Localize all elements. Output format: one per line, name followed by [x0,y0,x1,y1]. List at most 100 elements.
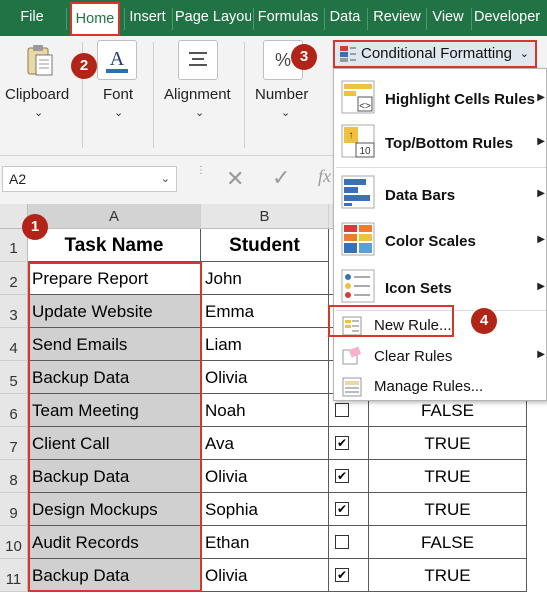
submenu-arrow-icon: ▶ [537,92,545,103]
student-cell[interactable]: Noah [201,394,329,427]
row-header[interactable]: 10 [0,526,28,559]
row-header[interactable]: 6 [0,394,28,427]
menu-divider [336,167,546,168]
menu-item-label: Manage Rules... [374,378,484,395]
student-cell[interactable]: Ethan [201,526,329,559]
student-cell[interactable]: Olivia [201,559,329,592]
row-header[interactable]: 7 [0,427,28,460]
manage-rules-icon [342,377,362,397]
row-header[interactable]: 5 [0,361,28,394]
tab-separator [471,8,472,30]
clipboard-label: Clipboard [5,86,70,103]
student-cell[interactable]: Liam [201,328,329,361]
font-group[interactable]: A Font ⌄ [86,36,148,156]
unchecked-checkbox-icon[interactable] [335,535,349,549]
tab-separator [66,8,67,30]
enter-icon[interactable]: ✓ [272,165,290,191]
column-header-b[interactable]: B [201,204,329,229]
checkbox-cell[interactable]: ✔ [329,493,369,526]
alignment-label: Alignment [164,86,231,103]
tab-data[interactable]: Data [327,0,363,36]
menu-item-label: Top/Bottom Rules [385,135,514,152]
alignment-group[interactable]: Alignment ⌄ [160,36,240,156]
name-box-value: A2 [9,171,27,187]
checked-checkbox-icon[interactable]: ✔ [335,502,349,516]
menu-item-color-scales[interactable]: Color Scales ▶ [334,218,547,262]
header-cell-task-name[interactable]: Task Name [28,229,201,262]
tab-separator [367,8,368,30]
chevron-down-icon: ⌄ [34,107,44,119]
status-cell[interactable]: TRUE [369,559,527,592]
menu-item-manage-rules[interactable]: Manage Rules... [334,372,547,402]
menu-bar: File Home Insert Page Layout Formulas Da… [0,0,547,36]
formula-bar-dots: ⋮ [196,165,206,176]
student-cell[interactable]: John [201,262,329,295]
svg-text:%: % [275,50,291,70]
data-bars-icon [340,174,376,210]
menu-item-data-bars[interactable]: Data Bars ▶ [334,171,547,215]
tab-file[interactable]: File [6,0,58,36]
tab-page-layout[interactable]: Page Layout [175,0,251,36]
row-header[interactable]: 3 [0,295,28,328]
menu-item-label: Color Scales [385,233,476,250]
menu-item-top-bottom-rules[interactable]: ↑ 10 Top/Bottom Rules ▶ [334,121,547,165]
status-cell[interactable]: TRUE [369,427,527,460]
tab-separator [172,8,173,30]
header-cell-student[interactable]: Student [201,229,329,262]
insert-function-icon[interactable]: fx [318,166,331,187]
student-cell[interactable]: Ava [201,427,329,460]
menu-item-icon-sets[interactable]: Icon Sets ▶ [334,265,547,309]
unchecked-checkbox-icon[interactable] [335,403,349,417]
tab-view[interactable]: View [429,0,467,36]
status-cell[interactable]: FALSE [369,526,527,559]
row-header[interactable]: 9 [0,493,28,526]
column-header-a[interactable]: A [28,204,201,229]
tab-review[interactable]: Review [370,0,424,36]
tab-developer[interactable]: Developer [474,0,547,36]
tab-home[interactable]: Home [70,2,120,36]
menu-item-highlight-cells-rules[interactable]: <> Highlight Cells Rules ▶ [334,75,547,119]
tab-separator [324,8,325,30]
chevron-down-icon: ⌄ [160,173,170,185]
step-badge-1: 1 [22,214,48,240]
tab-insert[interactable]: Insert [126,0,169,36]
conditional-formatting-button[interactable]: Conditional Formatting ⌄ [333,40,537,68]
status-cell[interactable]: TRUE [369,460,527,493]
new-rule-highlight-box [328,305,454,337]
icon-sets-icon [340,268,376,304]
checkbox-cell[interactable] [329,526,369,559]
checked-checkbox-icon[interactable]: ✔ [335,469,349,483]
selection-highlight-box [28,262,202,592]
step-badge-2: 2 [71,53,97,79]
checked-checkbox-icon[interactable]: ✔ [335,436,349,450]
step-badge-3: 3 [291,44,317,70]
row-header[interactable]: 4 [0,328,28,361]
student-cell[interactable]: Olivia [201,361,329,394]
svg-text:↑: ↑ [349,130,354,141]
checkbox-cell[interactable]: ✔ [329,427,369,460]
checkbox-cell[interactable]: ✔ [329,559,369,592]
student-cell[interactable]: Olivia [201,460,329,493]
name-box[interactable]: A2 ⌄ [2,166,177,192]
chevron-down-icon: ⌄ [519,48,529,60]
cancel-icon[interactable]: ✕ [226,166,244,192]
status-cell[interactable]: TRUE [369,493,527,526]
student-cell[interactable]: Emma [201,295,329,328]
row-header[interactable]: 2 [0,262,28,295]
menu-item-label: Data Bars [385,187,456,204]
student-cell[interactable]: Sophia [201,493,329,526]
clear-rules-icon [342,346,362,367]
checked-checkbox-icon[interactable]: ✔ [335,568,349,582]
chevron-down-icon: ⌄ [281,107,291,119]
submenu-arrow-icon: ▶ [537,234,545,245]
row-header[interactable]: 11 [0,559,28,592]
checkbox-cell[interactable]: ✔ [329,460,369,493]
menu-item-clear-rules[interactable]: Clear Rules ▶ [334,342,547,372]
color-scales-icon [340,221,376,257]
row-header[interactable]: 8 [0,460,28,493]
tab-formulas[interactable]: Formulas [256,0,320,36]
svg-text:A: A [110,48,125,70]
clipboard-group[interactable]: Clipboard ⌄ [0,36,78,156]
number-label: Number [255,86,309,103]
font-color-icon: A [97,40,137,80]
